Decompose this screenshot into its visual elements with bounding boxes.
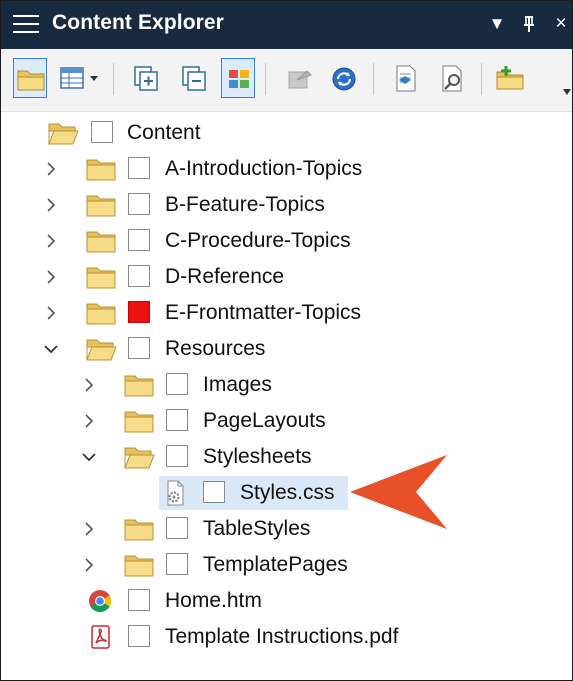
pin-icon[interactable]	[517, 9, 541, 39]
tree-item[interactable]: Resources	[1, 331, 572, 367]
chevron-right-icon[interactable]	[43, 233, 59, 249]
folder-icon	[123, 552, 155, 578]
pdf-file-icon	[85, 624, 117, 650]
folder-icon	[85, 156, 117, 182]
tree-item[interactable]: D-Reference	[1, 259, 572, 295]
tree-item[interactable]: Content	[1, 115, 572, 151]
tree-item[interactable]: Stylesheets	[1, 439, 572, 475]
tree-item[interactable]: Images	[1, 367, 572, 403]
checkbox[interactable]	[166, 373, 188, 395]
tree-item[interactable]: A-Introduction-Topics	[1, 151, 572, 187]
view-mode-icon[interactable]	[57, 58, 101, 98]
css-file-icon	[159, 480, 191, 506]
tree-item-label: D-Reference	[165, 265, 285, 288]
chrome-file-icon	[85, 588, 117, 614]
panel-title: Content Explorer	[52, 11, 224, 34]
new-folder-icon[interactable]	[493, 58, 527, 98]
tree-item-label: B-Feature-Topics	[165, 193, 325, 216]
folder-icon	[123, 408, 155, 434]
tree-item[interactable]: TemplatePages	[1, 547, 572, 583]
folder-icon	[85, 192, 117, 218]
checkbox[interactable]	[128, 625, 150, 647]
chevron-right-icon[interactable]	[81, 413, 97, 429]
folder-open-icon	[123, 444, 155, 470]
tree-item[interactable]: E-Frontmatter-Topics	[1, 295, 572, 331]
chevron-down-icon[interactable]	[81, 449, 97, 465]
folder-icon	[85, 300, 117, 326]
tree-item-label: Stylesheets	[203, 445, 312, 468]
chevron-right-icon[interactable]	[43, 305, 59, 321]
document-properties-icon[interactable]	[389, 58, 423, 98]
close-icon[interactable]: ×	[549, 9, 572, 39]
tree-item[interactable]: C-Procedure-Topics	[1, 223, 572, 259]
tree-item-label: Content	[127, 121, 201, 144]
content-explorer-panel: Content Explorer ▼ × Content A-Introduct…	[0, 0, 573, 681]
folder-open-icon	[85, 336, 117, 362]
chevron-right-icon[interactable]	[81, 521, 97, 537]
checkbox[interactable]	[166, 553, 188, 575]
checkbox[interactable]	[128, 157, 150, 179]
tree-item-label: Styles.css	[240, 481, 335, 504]
chevron-down-icon[interactable]	[43, 341, 59, 357]
folder-icon	[85, 228, 117, 254]
chevron-right-icon[interactable]	[43, 269, 59, 285]
folder-icon	[123, 516, 155, 542]
chevron-right-icon[interactable]	[43, 197, 59, 213]
tree-item-label: TemplatePages	[203, 553, 348, 576]
checkbox[interactable]	[166, 445, 188, 467]
refresh-icon[interactable]	[327, 58, 361, 98]
toolbar	[1, 49, 572, 112]
panel-dropdown-icon[interactable]: ▼	[485, 9, 509, 39]
folder-icon	[85, 264, 117, 290]
toolbar-overflow-icon[interactable]	[563, 89, 571, 95]
checkbox[interactable]	[91, 121, 113, 143]
checkbox[interactable]	[128, 265, 150, 287]
checkbox[interactable]	[128, 589, 150, 611]
expand-all-icon[interactable]	[129, 58, 163, 98]
tree-item-label: Home.htm	[165, 589, 262, 612]
tree-item-label: Images	[203, 373, 272, 396]
checkbox[interactable]	[128, 301, 150, 323]
tree-item[interactable]: TableStyles	[1, 511, 572, 547]
chevron-right-icon[interactable]	[43, 161, 59, 177]
tree-item-label: E-Frontmatter-Topics	[165, 301, 362, 324]
tree-item[interactable]: PageLayouts	[1, 403, 572, 439]
checkbox[interactable]	[166, 409, 188, 431]
tree-item[interactable]: Template Instructions.pdf	[1, 619, 572, 655]
checkbox[interactable]	[128, 229, 150, 251]
tree-item-label: TableStyles	[203, 517, 311, 540]
checkbox[interactable]	[166, 517, 188, 539]
checkbox[interactable]	[128, 337, 150, 359]
tree-item[interactable]: Styles.css	[1, 475, 572, 511]
callout-arrow-icon	[350, 455, 447, 529]
tree-item[interactable]: B-Feature-Topics	[1, 187, 572, 223]
tree-item-label: Template Instructions.pdf	[165, 625, 399, 648]
bind-icon[interactable]	[283, 58, 317, 98]
open-folder-icon[interactable]	[13, 58, 47, 98]
tree-item-label: C-Procedure-Topics	[165, 229, 351, 252]
collapse-all-icon[interactable]	[177, 58, 211, 98]
tree-item[interactable]: Home.htm	[1, 583, 572, 619]
tree-item-label: Resources	[165, 337, 266, 360]
chevron-right-icon[interactable]	[81, 377, 97, 393]
hamburger-menu-icon[interactable]	[13, 13, 39, 35]
folder-icon	[123, 372, 155, 398]
checkbox[interactable]	[128, 193, 150, 215]
file-properties-icon[interactable]	[435, 58, 469, 98]
panel-title-bar: Content Explorer ▼ ×	[1, 1, 572, 49]
tree-item-label: A-Introduction-Topics	[165, 157, 363, 180]
tree-item-label: PageLayouts	[203, 409, 326, 432]
chevron-right-icon[interactable]	[81, 557, 97, 573]
checkbox[interactable]	[203, 481, 225, 503]
folder-open-icon	[47, 120, 79, 146]
tiles-icon[interactable]	[221, 58, 255, 98]
